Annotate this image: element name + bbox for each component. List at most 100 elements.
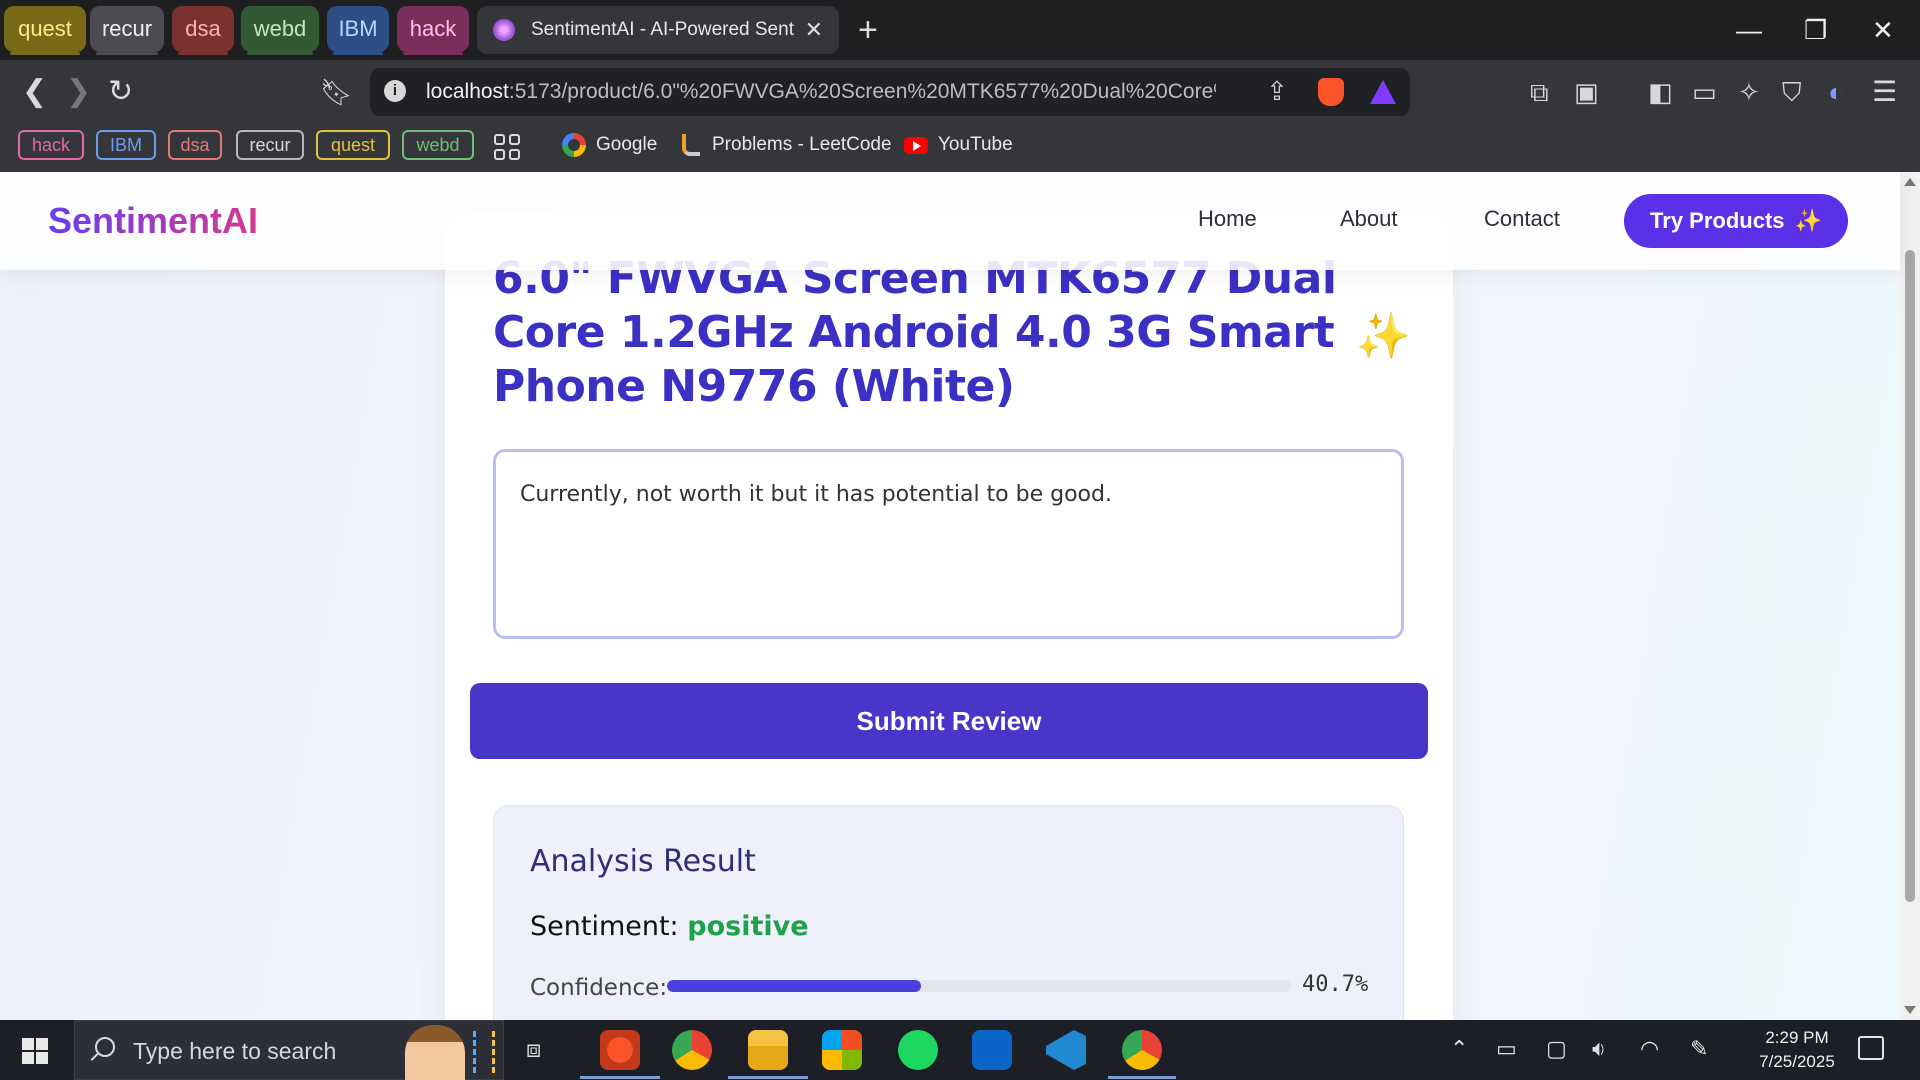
tab-strip: quest recur dsa webd IBM hack SentimentA… [0,0,1920,60]
tab-close-icon[interactable]: ✕ [805,17,823,43]
analysis-result-panel: Analysis Result Sentiment: positive Conf… [493,805,1404,1020]
clock-date: 7/25/2025 [1759,1052,1835,1071]
brave-rewards-icon[interactable] [1370,80,1396,104]
tab-favicon-icon [493,19,515,41]
bookmark-group-hack[interactable]: hack [18,130,84,160]
nav-contact[interactable]: Contact [1484,206,1560,232]
search-highlight-image [405,1025,465,1080]
extensions-icon[interactable]: ⧉ [1530,72,1549,112]
review-textarea[interactable] [493,449,1404,639]
sparkle-icon: ✨ [1794,208,1822,233]
try-products-button[interactable]: Try Products ✨ [1624,194,1848,248]
bookmark-google[interactable]: Google [562,130,657,160]
submit-review-button[interactable]: Submit Review [470,683,1428,759]
bookmark-group-ibm[interactable]: IBM [96,130,156,160]
site-info-icon[interactable]: i [384,80,406,102]
share-icon[interactable]: ⇪ [1266,76,1288,107]
taskbar-clock[interactable]: 2:29 PM 7/25/2025 [1732,1026,1862,1074]
reload-icon[interactable]: ↻ [108,72,133,112]
url-text[interactable]: localhost:5173/product/6.0"%20FWVGA%20Sc… [426,68,1216,116]
explorer-active-indicator [728,1076,808,1079]
new-tab-button[interactable]: + [858,10,878,50]
battery-icon[interactable]: ▭ [1496,1036,1517,1062]
leetcode-icon [682,134,700,156]
brave-shields-icon[interactable] [1318,78,1344,106]
forward-icon[interactable]: ❯ [66,72,91,112]
confidence-value: 40.7% [1302,972,1369,997]
close-window-button[interactable]: ✕ [1872,10,1894,50]
notification-center-icon[interactable] [1858,1036,1884,1060]
scroll-up-icon[interactable] [1904,178,1916,186]
file-explorer-icon[interactable] [748,1030,788,1070]
reader-mode-icon[interactable]: ▣ [1574,72,1599,112]
sentiment-label: Sentiment: [530,911,679,942]
taskbar-search[interactable]: Type here to search [74,1020,504,1080]
address-bar[interactable]: i localhost:5173/product/6.0"%20FWVGA%20… [370,68,1410,116]
leo-ai-icon[interactable]: ✧ [1738,72,1760,112]
sidebar-icon[interactable]: ◧ [1648,72,1673,112]
clock-time: 2:29 PM [1765,1028,1829,1047]
volume-icon[interactable]: 🔉︎ [1592,1036,1606,1062]
task-view-icon[interactable]: ⧈ [526,1036,541,1064]
tab-group-webd[interactable]: webd [241,6,319,55]
google-icon [562,133,586,157]
tab-group-ibm[interactable]: IBM [327,6,389,55]
bookmark-youtube[interactable]: YouTube [904,130,1013,160]
nav-home[interactable]: Home [1198,206,1257,232]
brave-app-icon[interactable] [600,1030,640,1070]
show-hidden-icons-icon[interactable]: ⌃ [1450,1036,1468,1062]
confidence-bar [667,980,1292,992]
scroll-down-icon[interactable] [1904,1006,1916,1014]
active-tab[interactable]: SentimentAI - AI-Powered Sentiment Analy… [477,6,839,54]
toolbar: ❮ ❯ ↻ 🔖︎ i localhost:5173/product/6.0"%2… [0,60,1920,124]
sparkle-icon: ✨ [1356,312,1411,361]
nav-about[interactable]: About [1340,206,1398,232]
pen-icon[interactable]: ✎ [1690,1036,1708,1062]
search-placeholder: Type here to search [133,1038,337,1064]
microsoft-store-icon[interactable] [822,1030,862,1070]
tab-group-quest[interactable]: quest [4,6,86,55]
chrome-profile-app-icon[interactable] [1122,1030,1162,1070]
confidence-label: Confidence: [530,975,668,1001]
youtube-icon [904,136,928,154]
bookmark-group-webd[interactable]: webd [402,130,474,160]
bookmark-group-dsa[interactable]: dsa [168,130,222,160]
vpn-icon[interactable]: ⛉ [1782,72,1802,112]
meet-now-icon[interactable]: ▢ [1546,1036,1567,1062]
outlook-icon[interactable] [972,1030,1012,1070]
tab-group-dsa[interactable]: dsa [172,6,234,55]
product-title: 6.0" FWVGA Screen MTK6577 Dual Core 1.2G… [493,253,1337,412]
scrollbar-thumb[interactable] [1905,250,1915,902]
search-icon [95,1037,115,1057]
page-scrollbar[interactable] [1900,172,1920,1020]
wifi-icon[interactable]: ◠ [1640,1036,1659,1062]
restore-button[interactable]: ❐ [1804,10,1827,50]
page-viewport: 6.0" FWVGA Screen MTK6577 Dual Core 1.2G… [0,172,1920,1020]
tab-group-recur[interactable]: recur [90,6,164,55]
spotify-icon[interactable] [898,1030,938,1070]
site-navbar: SentimentAI Home About Contact Try Produ… [0,172,1900,270]
wallet-icon[interactable]: ▭ [1692,72,1717,112]
bookmarks-bar: hack IBM dsa recur quest webd Google Pro… [0,124,1920,172]
bookmark-group-quest[interactable]: quest [316,130,390,160]
dna-icon [473,1031,495,1073]
bookmark-group-recur[interactable]: recur [236,130,304,160]
bookmark-leetcode[interactable]: Problems - LeetCode [682,130,892,160]
result-title: Analysis Result [530,844,756,879]
chrome-active-indicator [1108,1076,1176,1079]
sentiment-row: Sentiment: positive [530,911,809,942]
menu-icon[interactable]: ☰ [1872,72,1897,112]
confidence-bar-fill [667,980,922,992]
chrome-app-icon[interactable] [672,1030,712,1070]
tab-group-hack[interactable]: hack [397,6,469,55]
site-logo[interactable]: SentimentAI [48,200,258,242]
apps-grid-icon[interactable] [494,134,520,160]
brave-active-indicator [580,1076,660,1079]
bookmark-icon[interactable]: 🔖︎ [320,72,353,112]
back-icon[interactable]: ❮ [22,72,47,112]
start-button[interactable] [22,1038,48,1064]
profile-icon[interactable]: ◐ [1828,72,1844,112]
vscode-icon[interactable] [1046,1030,1086,1070]
sentiment-value: positive [687,911,809,942]
minimize-button[interactable]: — [1736,10,1762,50]
